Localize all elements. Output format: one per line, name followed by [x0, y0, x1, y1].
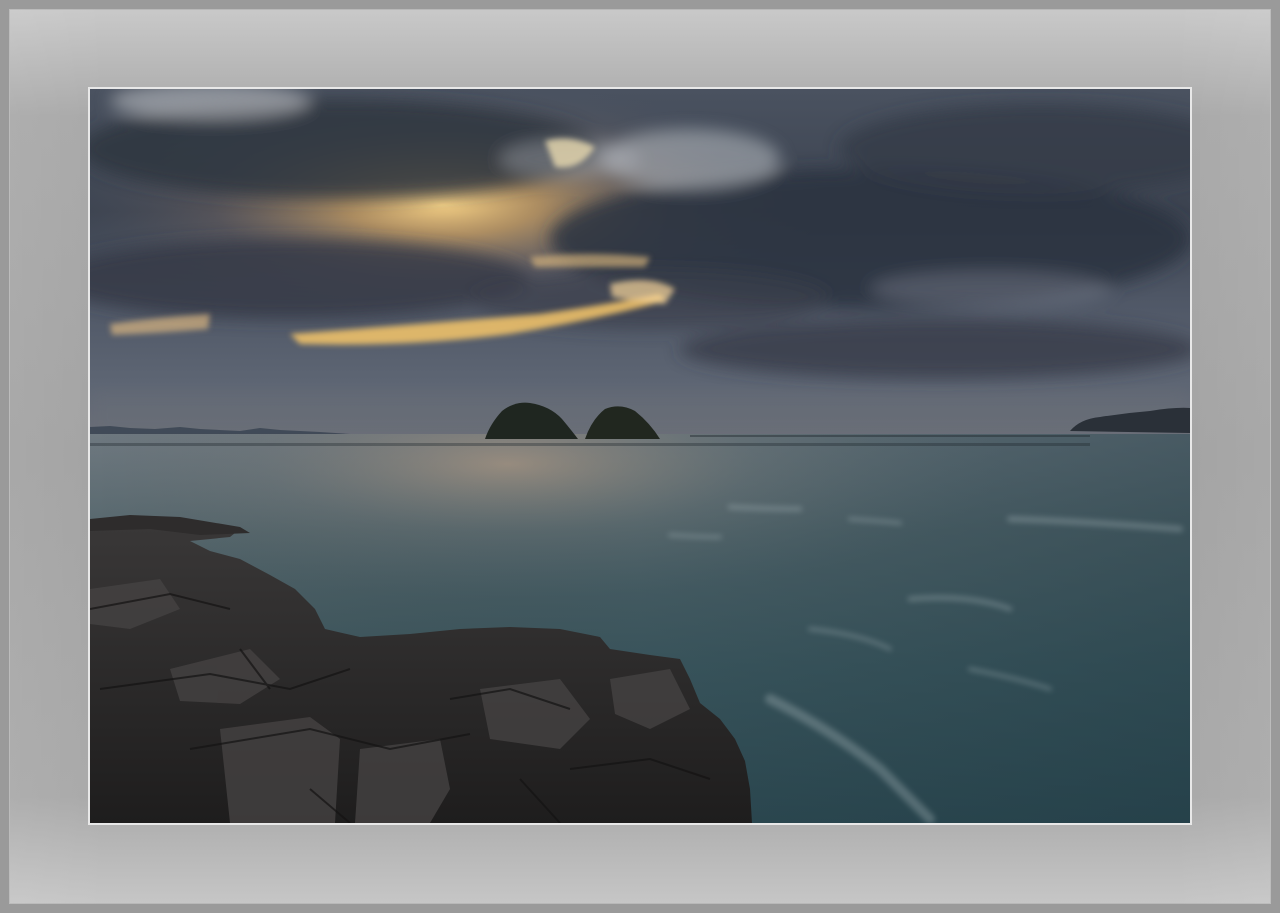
seascape-photo [90, 89, 1190, 823]
seascape-illustration [90, 89, 1190, 823]
outer-frame [0, 0, 1280, 913]
